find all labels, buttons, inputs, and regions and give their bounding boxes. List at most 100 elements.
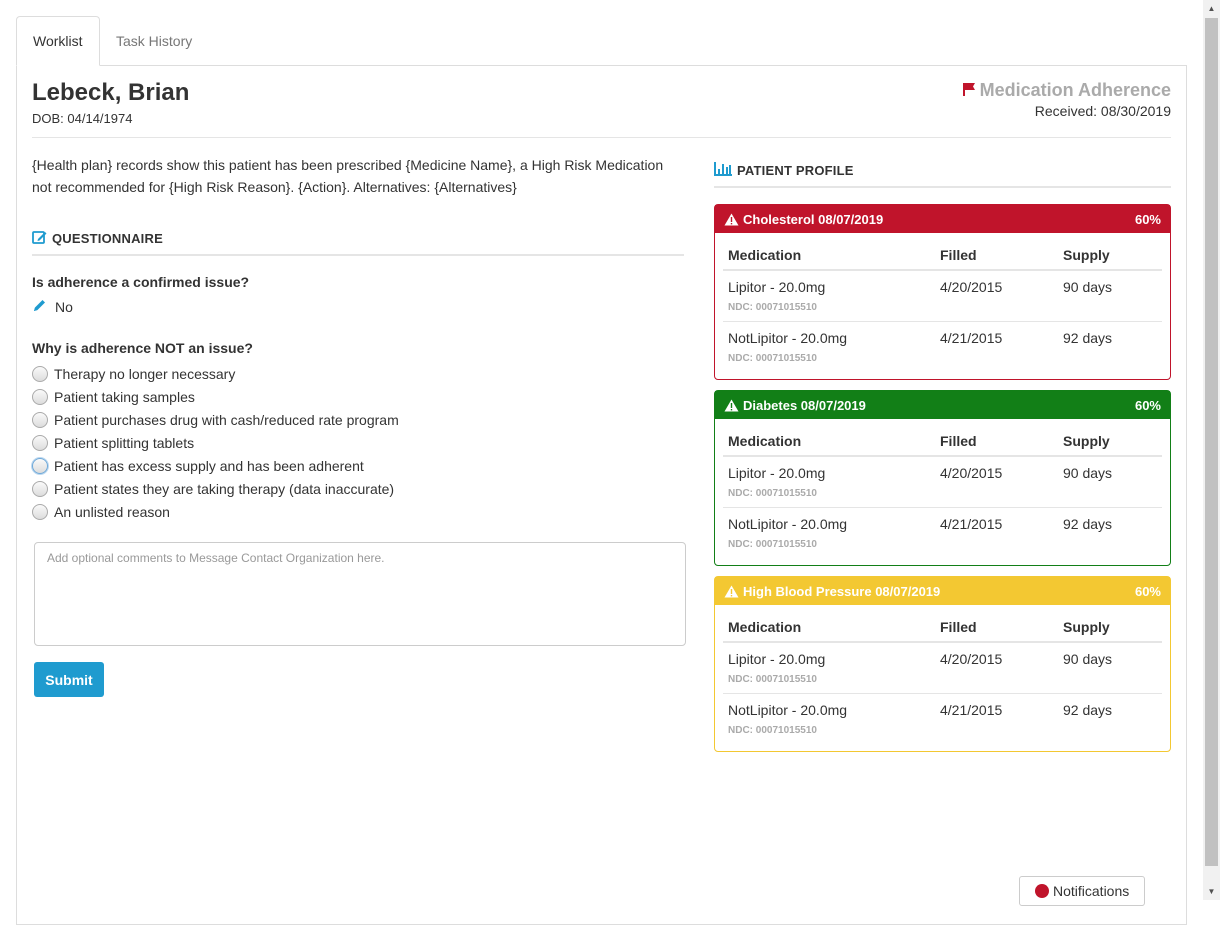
table-row: Lipitor - 20.0mg 4/20/2015 90 days NDC: … bbox=[723, 643, 1162, 694]
radio-button[interactable] bbox=[32, 457, 48, 474]
column-header-supply: Supply bbox=[1063, 619, 1110, 635]
task-message: {Health plan} records show this patient … bbox=[32, 157, 664, 195]
table-row: Lipitor - 20.0mg 4/20/2015 90 days NDC: … bbox=[723, 457, 1162, 508]
filled-date: 4/20/2015 bbox=[940, 465, 1003, 481]
radio-label: An unlisted reason bbox=[54, 503, 170, 520]
card-title-label: High Blood Pressure 08/07/2019 bbox=[743, 583, 941, 599]
condition-card-diabetes: Diabetes 08/07/2019 60% Medication Fille… bbox=[714, 390, 1171, 566]
radio-label: Patient has excess supply and has been a… bbox=[54, 457, 364, 474]
task-type-label: Medication Adherence bbox=[979, 80, 1171, 100]
scroll-down-arrow-icon[interactable]: ▼ bbox=[1203, 883, 1220, 900]
tab-worklist[interactable]: Worklist bbox=[16, 16, 100, 66]
ndc-code: NDC: 00071015510 bbox=[728, 725, 817, 736]
medication-name: Lipitor - 20.0mg bbox=[728, 465, 826, 481]
column-header-filled: Filled bbox=[940, 247, 977, 263]
card-title: High Blood Pressure 08/07/2019 bbox=[724, 584, 940, 599]
medication-name: Lipitor - 20.0mg bbox=[728, 651, 826, 667]
table-row: NotLipitor - 20.0mg 4/21/2015 92 days ND… bbox=[723, 694, 1162, 745]
table-header: Medication Filled Supply bbox=[723, 613, 1162, 643]
tab-task-history[interactable]: Task History bbox=[100, 16, 208, 66]
medication-name: NotLipitor - 20.0mg bbox=[728, 330, 848, 346]
card-title: Cholesterol 08/07/2019 bbox=[724, 212, 883, 227]
medication-name: NotLipitor - 20.0mg bbox=[728, 516, 848, 532]
radio-label: Patient states they are taking therapy (… bbox=[54, 480, 395, 497]
medication-name: NotLipitor - 20.0mg bbox=[728, 702, 848, 718]
card-percent: 60% bbox=[1134, 397, 1161, 413]
radio-label: Patient taking samples bbox=[54, 388, 195, 405]
radio-button[interactable] bbox=[32, 434, 48, 451]
filled-date: 4/20/2015 bbox=[940, 651, 1003, 667]
patient-profile-heading-label: PATIENT PROFILE bbox=[737, 163, 854, 178]
column-header-medication: Medication bbox=[728, 433, 802, 449]
notifications-label: Notifications bbox=[1053, 883, 1130, 899]
card-header: Diabetes 08/07/2019 60% bbox=[715, 391, 1170, 419]
radio-option[interactable]: Patient states they are taking therapy (… bbox=[32, 477, 399, 500]
condition-card-cholesterol: Cholesterol 08/07/2019 60% Medication Fi… bbox=[714, 204, 1171, 380]
answer-label: No bbox=[55, 299, 73, 315]
radio-option[interactable]: Patient has excess supply and has been a… bbox=[32, 454, 399, 477]
filled-date: 4/20/2015 bbox=[940, 279, 1003, 295]
questionnaire-heading: QUESTIONNAIRE bbox=[32, 230, 163, 247]
divider bbox=[32, 137, 1171, 138]
patient-name: Lebeck, Brian bbox=[32, 79, 190, 106]
radio-option[interactable]: Patient splitting tablets bbox=[32, 431, 399, 454]
ndc-code: NDC: 00071015510 bbox=[728, 674, 817, 685]
column-header-filled: Filled bbox=[940, 433, 977, 449]
radio-option[interactable]: Patient purchases drug with cash/reduced… bbox=[32, 408, 399, 431]
supply-days: 92 days bbox=[1063, 516, 1113, 532]
supply-days: 90 days bbox=[1063, 279, 1113, 295]
received-date: Received: 08/30/2019 bbox=[1034, 103, 1171, 119]
radio-label: Therapy no longer necessary bbox=[54, 365, 236, 382]
card-percent: 60% bbox=[1134, 211, 1161, 227]
supply-days: 92 days bbox=[1063, 330, 1113, 346]
comments-textarea[interactable] bbox=[34, 542, 686, 646]
radio-option[interactable]: An unlisted reason bbox=[32, 500, 399, 523]
radio-label: Patient splitting tablets bbox=[54, 434, 195, 451]
supply-days: 92 days bbox=[1063, 702, 1113, 718]
question-not-an-issue-reason: Why is adherence NOT an issue? bbox=[32, 340, 253, 356]
card-percent: 60% bbox=[1134, 583, 1161, 599]
column-header-filled: Filled bbox=[940, 619, 977, 635]
warning-icon bbox=[724, 399, 739, 411]
supply-days: 90 days bbox=[1063, 465, 1113, 481]
filled-date: 4/21/2015 bbox=[940, 516, 1003, 532]
column-header-supply: Supply bbox=[1063, 433, 1110, 449]
patient-dob: DOB: 04/14/1974 bbox=[32, 111, 133, 126]
filled-date: 4/21/2015 bbox=[940, 330, 1003, 346]
divider bbox=[714, 186, 1171, 188]
column-header-supply: Supply bbox=[1063, 247, 1110, 263]
pencil-icon[interactable] bbox=[32, 298, 47, 316]
radio-button[interactable] bbox=[32, 411, 48, 428]
card-title: Diabetes 08/07/2019 bbox=[724, 398, 866, 413]
ndc-code: NDC: 00071015510 bbox=[728, 353, 817, 364]
table-header: Medication Filled Supply bbox=[723, 427, 1162, 457]
table-row: Lipitor - 20.0mg 4/20/2015 90 days NDC: … bbox=[723, 271, 1162, 322]
column-header-medication: Medication bbox=[728, 247, 802, 263]
submit-button[interactable]: Submit bbox=[34, 662, 104, 697]
radio-button[interactable] bbox=[32, 388, 48, 405]
card-header: High Blood Pressure 08/07/2019 60% bbox=[715, 577, 1170, 605]
vertical-scrollbar[interactable]: ▲ ▼ bbox=[1203, 0, 1220, 900]
ndc-code: NDC: 00071015510 bbox=[728, 302, 817, 313]
column-header-medication: Medication bbox=[728, 619, 802, 635]
radio-button[interactable] bbox=[32, 503, 48, 520]
question-adherence-confirmed: Is adherence a confirmed issue? bbox=[32, 274, 250, 290]
radio-button[interactable] bbox=[32, 365, 48, 382]
answer-adherence-confirmed[interactable]: No bbox=[32, 298, 73, 316]
warning-icon bbox=[724, 213, 739, 225]
notifications-button[interactable]: Notifications bbox=[1019, 876, 1145, 906]
radio-button[interactable] bbox=[32, 480, 48, 497]
radio-label: Patient purchases drug with cash/reduced… bbox=[54, 411, 399, 428]
medication-name: Lipitor - 20.0mg bbox=[728, 279, 826, 295]
radio-option[interactable]: Patient taking samples bbox=[32, 385, 399, 408]
radio-option[interactable]: Therapy no longer necessary bbox=[32, 362, 399, 385]
ndc-code: NDC: 00071015510 bbox=[728, 539, 817, 550]
edit-icon bbox=[32, 230, 52, 247]
card-header: Cholesterol 08/07/2019 60% bbox=[715, 205, 1170, 233]
scroll-up-arrow-icon[interactable]: ▲ bbox=[1203, 0, 1220, 17]
scrollbar-thumb[interactable] bbox=[1205, 18, 1218, 866]
table-row: NotLipitor - 20.0mg 4/21/2015 92 days ND… bbox=[723, 322, 1162, 373]
card-title-label: Cholesterol 08/07/2019 bbox=[743, 211, 884, 227]
table-header: Medication Filled Supply bbox=[723, 241, 1162, 271]
tab-bar: Worklist Task History bbox=[16, 16, 208, 66]
